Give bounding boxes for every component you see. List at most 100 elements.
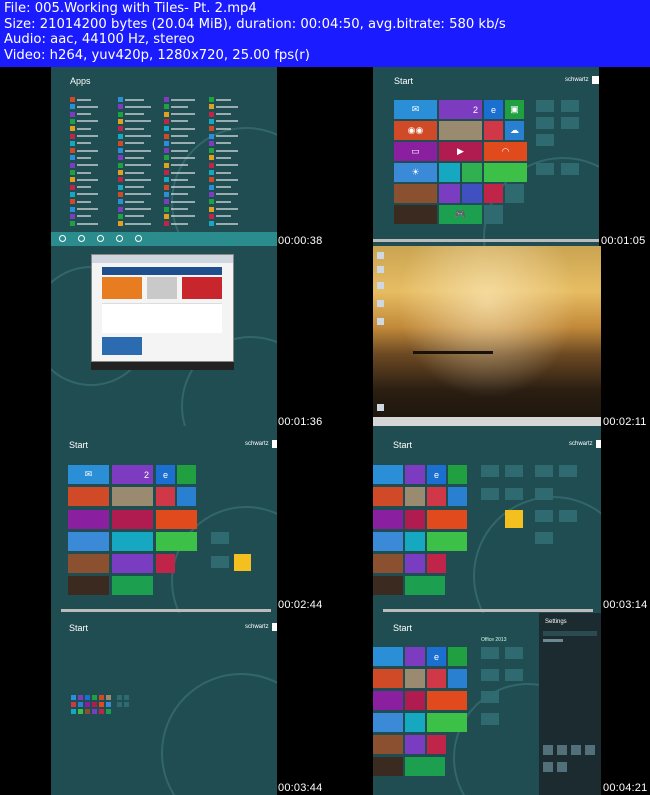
app-list-item[interactable] bbox=[118, 111, 144, 117]
app-list-item[interactable] bbox=[70, 206, 98, 212]
app-list-item[interactable] bbox=[118, 148, 151, 154]
small-tile[interactable] bbox=[481, 691, 499, 703]
small-tile[interactable] bbox=[535, 510, 553, 522]
app-list-item[interactable] bbox=[70, 199, 91, 205]
app-list-item[interactable] bbox=[164, 111, 195, 117]
reader-tile[interactable] bbox=[484, 184, 503, 203]
app-list-item[interactable] bbox=[118, 191, 151, 197]
small-tile[interactable] bbox=[535, 488, 553, 500]
app-list-item[interactable] bbox=[118, 133, 151, 139]
maps-tile[interactable] bbox=[427, 487, 446, 506]
small-tile[interactable] bbox=[505, 488, 523, 500]
small-tile[interactable] bbox=[481, 669, 499, 681]
mini-tile[interactable] bbox=[78, 695, 83, 700]
app-list-item[interactable] bbox=[164, 126, 195, 132]
small-tile[interactable] bbox=[481, 647, 499, 659]
app-list-item[interactable] bbox=[209, 104, 238, 110]
mini-tile[interactable] bbox=[106, 695, 111, 700]
app-list-item[interactable] bbox=[209, 148, 238, 154]
small-tile[interactable] bbox=[559, 510, 577, 522]
games-tile[interactable] bbox=[405, 576, 445, 595]
app-list-item[interactable] bbox=[209, 97, 231, 102]
video-tile[interactable] bbox=[405, 510, 425, 529]
app-list-item[interactable] bbox=[70, 140, 91, 146]
app-list-item[interactable] bbox=[164, 221, 188, 227]
mini-tile[interactable] bbox=[71, 695, 76, 700]
desktop-icon[interactable] bbox=[377, 266, 384, 273]
small-tile[interactable] bbox=[535, 465, 553, 477]
people-tile[interactable]: ◉◉ bbox=[394, 121, 437, 140]
app-list-item[interactable] bbox=[209, 133, 238, 139]
app-list-item[interactable] bbox=[70, 118, 98, 124]
app-list-item[interactable] bbox=[164, 118, 188, 124]
small-tile[interactable] bbox=[536, 163, 554, 175]
mini-tile[interactable] bbox=[106, 702, 111, 707]
desktop-tile[interactable] bbox=[405, 532, 425, 551]
thumbnail-start-screen[interactable]: Start schwartz e bbox=[373, 426, 601, 613]
bing-tile[interactable] bbox=[394, 205, 437, 224]
highlight-tile[interactable] bbox=[505, 510, 523, 528]
weather-tile[interactable]: ☀ bbox=[394, 163, 437, 182]
people-tile[interactable] bbox=[373, 669, 403, 688]
weather-tile[interactable] bbox=[373, 713, 403, 732]
sports-tile[interactable] bbox=[405, 554, 425, 573]
user-account[interactable]: schwartz bbox=[565, 76, 599, 84]
app-list-item[interactable] bbox=[164, 140, 195, 146]
app-list-item[interactable] bbox=[164, 162, 188, 168]
news-tile[interactable] bbox=[394, 184, 437, 203]
small-tile[interactable] bbox=[211, 532, 229, 544]
tile-green[interactable] bbox=[484, 163, 527, 182]
small-tile[interactable] bbox=[536, 100, 554, 112]
mini-tile[interactable] bbox=[124, 702, 129, 707]
store-tile[interactable] bbox=[177, 465, 196, 484]
app-list-item[interactable] bbox=[209, 162, 238, 168]
mini-tile[interactable] bbox=[71, 702, 76, 707]
people-tile[interactable] bbox=[373, 487, 403, 506]
app-list-item[interactable] bbox=[118, 162, 151, 168]
app-list-item[interactable] bbox=[118, 170, 144, 175]
tile-green[interactable] bbox=[427, 713, 467, 732]
user-account[interactable]: schwartz bbox=[245, 440, 277, 448]
desktop-tile[interactable] bbox=[439, 163, 460, 182]
app-list-item[interactable] bbox=[70, 213, 91, 219]
sports-tile[interactable] bbox=[439, 184, 460, 203]
horizontal-scrollbar[interactable] bbox=[61, 609, 271, 612]
app-list-item[interactable] bbox=[164, 170, 195, 175]
photos-tile[interactable] bbox=[439, 121, 482, 140]
app-list-item[interactable] bbox=[118, 184, 144, 190]
app-bar-button[interactable] bbox=[78, 235, 85, 242]
app-list-item[interactable] bbox=[209, 126, 231, 132]
app-list-item[interactable] bbox=[209, 170, 231, 175]
app-list-item[interactable] bbox=[209, 140, 231, 146]
ie-tile[interactable]: e bbox=[427, 465, 446, 484]
settings-item[interactable] bbox=[543, 631, 597, 636]
app-list-item[interactable] bbox=[164, 213, 195, 219]
keyboard-icon[interactable] bbox=[557, 762, 567, 772]
maps-tile[interactable] bbox=[427, 669, 446, 688]
sports-tile[interactable] bbox=[112, 554, 153, 573]
small-tile[interactable] bbox=[561, 117, 579, 129]
settings-quick-icons[interactable] bbox=[543, 745, 597, 775]
small-tile[interactable] bbox=[505, 669, 523, 681]
small-tile[interactable] bbox=[505, 184, 524, 203]
messaging-tile[interactable] bbox=[373, 691, 403, 710]
small-tile[interactable] bbox=[561, 163, 579, 175]
app-list-item[interactable] bbox=[118, 206, 151, 212]
mini-tile[interactable] bbox=[117, 695, 122, 700]
thumbnail-start-zoomed-out[interactable]: Start schwartz bbox=[51, 613, 277, 795]
app-list-item[interactable] bbox=[164, 155, 195, 161]
app-list-item[interactable] bbox=[209, 177, 238, 183]
app-bar-button[interactable] bbox=[97, 235, 104, 242]
people-tile[interactable] bbox=[68, 487, 109, 506]
news-tile[interactable] bbox=[373, 735, 403, 754]
games-tile[interactable]: 🎮 bbox=[439, 205, 482, 224]
desktop-icon[interactable] bbox=[377, 404, 384, 411]
bing-tile[interactable] bbox=[373, 757, 403, 776]
small-tile[interactable] bbox=[505, 647, 523, 659]
ie-tile[interactable]: e bbox=[427, 647, 446, 666]
app-list-item[interactable] bbox=[209, 199, 231, 205]
small-tile[interactable] bbox=[505, 465, 523, 477]
desktop-icon[interactable] bbox=[377, 318, 384, 325]
maps-tile[interactable] bbox=[484, 121, 503, 140]
thumbnail-desktop[interactable] bbox=[373, 246, 601, 426]
